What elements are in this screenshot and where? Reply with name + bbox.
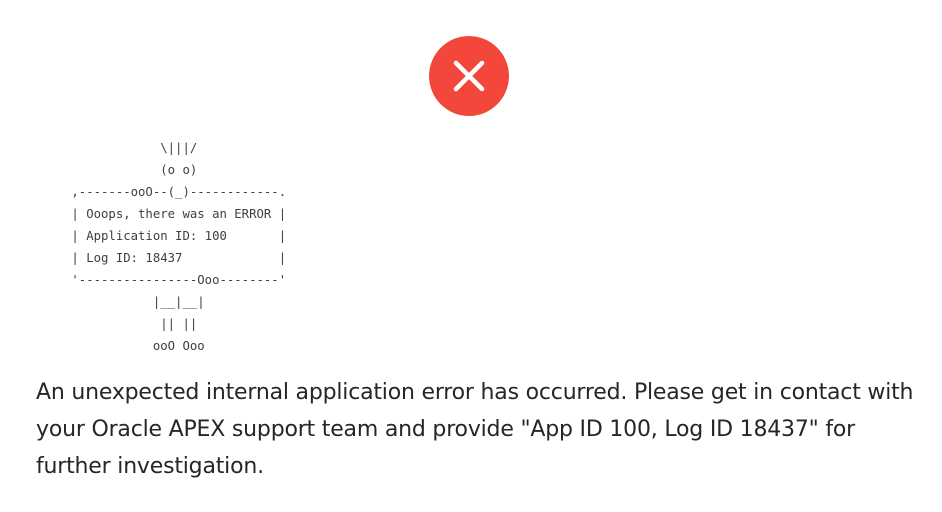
ascii-error-art: \|||/ (o o) ,-------ooO--(_)------------… — [71, 141, 287, 353]
close-icon — [453, 60, 485, 92]
error-icon — [429, 36, 509, 116]
error-message: An unexpected internal application error… — [36, 380, 914, 479]
